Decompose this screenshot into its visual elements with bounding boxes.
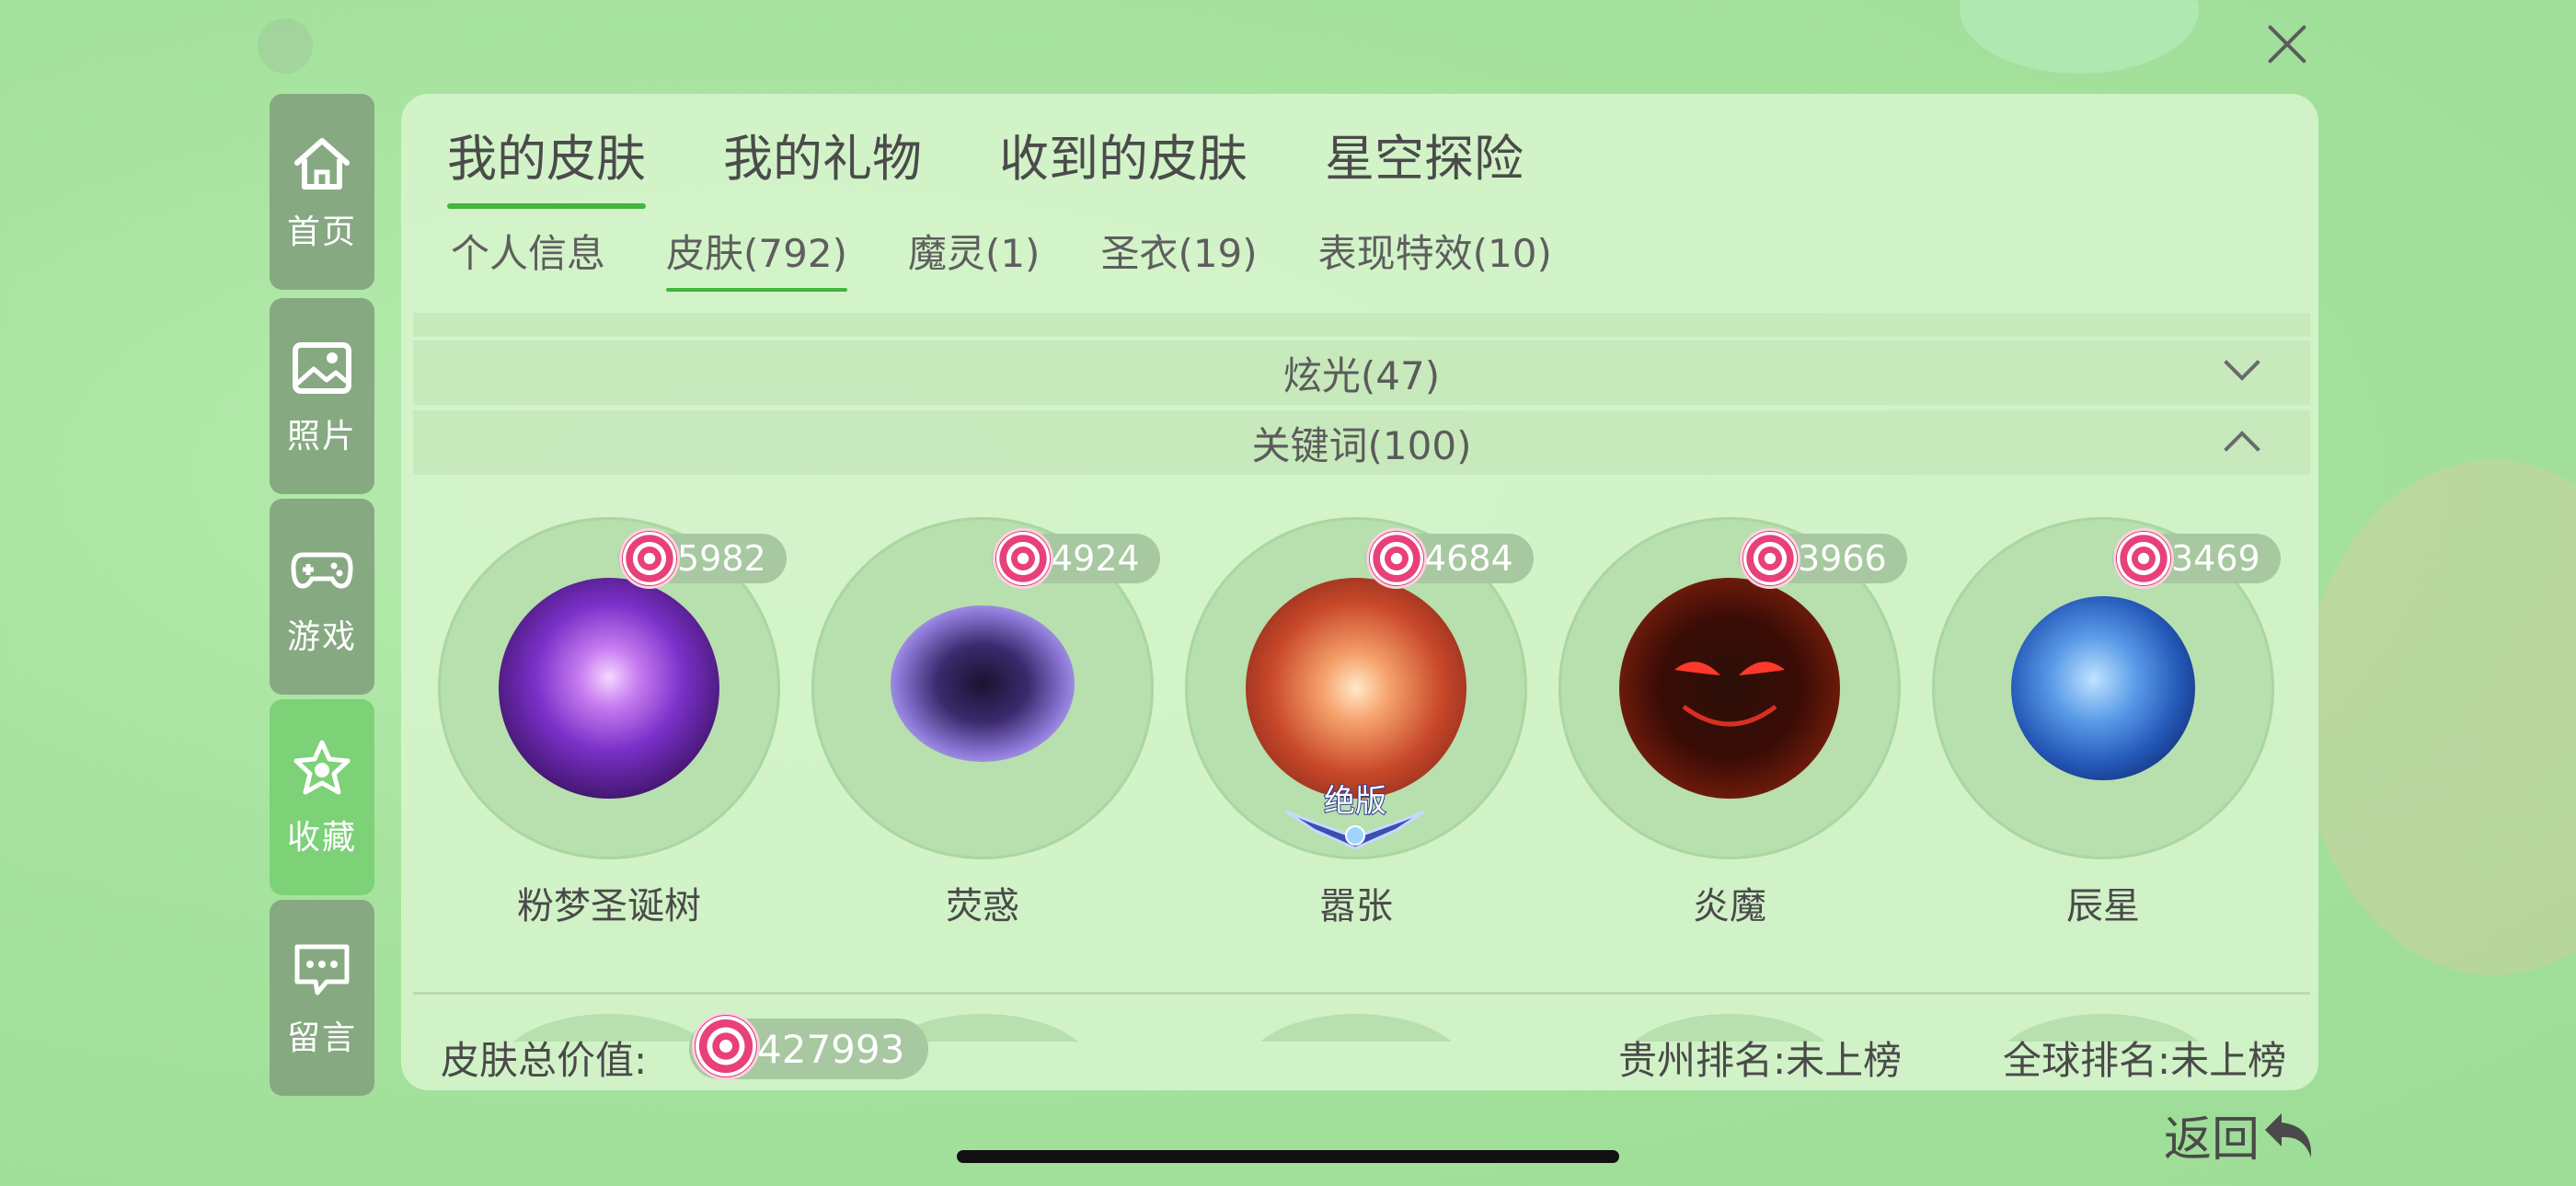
- home-indicator[interactable]: [957, 1150, 1619, 1163]
- background-bokeh: [258, 18, 313, 74]
- candy-icon: [1369, 531, 1424, 586]
- candy-icon: [1742, 531, 1798, 586]
- total-value-badge: 427993: [689, 1015, 929, 1079]
- back-button[interactable]: 返回: [2164, 1100, 2318, 1169]
- subtab-profile[interactable]: 个人信息: [451, 223, 605, 279]
- sidebar-item-label: 游戏: [286, 617, 357, 656]
- category-label: 关键词(100): [1251, 422, 1472, 468]
- sidebar-item-games[interactable]: 游戏: [270, 499, 374, 695]
- skin-name: 嚣张: [1319, 885, 1393, 927]
- candy-icon: [995, 531, 1051, 586]
- category-label: 炫光(47): [1282, 352, 1441, 398]
- background-bokeh: [2300, 460, 2576, 975]
- skin-name: 粉梦圣诞树: [517, 885, 701, 927]
- skin-item[interactable]: 5982 粉梦圣诞树: [438, 517, 787, 927]
- skin-orb-image: [499, 578, 719, 799]
- total-value: 427993: [757, 1026, 905, 1072]
- sidebar-item-home[interactable]: 首页: [270, 94, 374, 290]
- star-icon: [293, 740, 351, 794]
- subtab-skins[interactable]: 皮肤(792): [666, 223, 847, 292]
- skin-item[interactable]: 4924 荧惑: [811, 517, 1160, 927]
- category-bar-keywords[interactable]: 关键词(100): [413, 410, 2310, 475]
- subtab-effects[interactable]: 表现特效(10): [1318, 223, 1552, 279]
- subtab-armor[interactable]: 圣衣(19): [1100, 223, 1257, 279]
- candy-icon: [695, 1015, 757, 1077]
- back-label: 返回: [2164, 1112, 2260, 1168]
- background-bokeh: [1960, 0, 2199, 74]
- sidebar-item-label: 收藏: [286, 818, 357, 857]
- main-tabs: 我的皮肤 我的礼物 收到的皮肤 星空探险: [447, 118, 1601, 209]
- chevron-up-icon: [2224, 431, 2260, 467]
- candy-icon: [2116, 531, 2171, 586]
- category-bar-partial: [413, 313, 2310, 337]
- price-badge: 3966: [1739, 531, 1907, 586]
- home-icon: [294, 137, 350, 190]
- back-arrow-icon: [2265, 1112, 2312, 1157]
- skin-name: 炎魔: [1693, 885, 1766, 927]
- sidebar-item-messages[interactable]: 留言: [270, 900, 374, 1096]
- category-bar-glow[interactable]: 炫光(47): [413, 340, 2310, 405]
- panel-footer: 皮肤总价值: 427993 贵州排名:未上榜 全球排名:未上榜: [413, 992, 2310, 1084]
- sidebar-item-favorites[interactable]: 收藏: [270, 699, 374, 895]
- sidebar-item-label: 留言: [286, 1019, 357, 1057]
- total-value-label: 皮肤总价值:: [441, 1038, 648, 1083]
- tab-received-skins[interactable]: 收到的皮肤: [999, 118, 1248, 190]
- tab-my-gifts[interactable]: 我的礼物: [723, 118, 922, 190]
- limited-edition-badge: 绝版: [1285, 784, 1425, 850]
- skin-item[interactable]: 3966 炎魔: [1558, 517, 1907, 927]
- skin-item[interactable]: 3469 辰星: [1932, 517, 2281, 927]
- price-value: 5982: [677, 538, 766, 579]
- price-badge: 4684: [1365, 531, 1534, 586]
- skin-name: 辰星: [2066, 885, 2140, 927]
- price-badge: 4924: [992, 531, 1160, 586]
- skin-orb-image: [891, 605, 1075, 762]
- chevron-down-icon: [2224, 344, 2260, 381]
- price-value: 4684: [1424, 538, 1513, 579]
- skin-grid: 5982 粉梦圣诞树 4924 荧惑 4684 绝版 嚣张 3966 炎魔 34…: [438, 517, 2315, 1051]
- gamepad-icon: [291, 552, 353, 589]
- svg-text:绝版: 绝版: [1324, 784, 1386, 820]
- skin-panel: 我的皮肤 我的礼物 收到的皮肤 星空探险 个人信息 皮肤(792) 魔灵(1) …: [401, 94, 2318, 1090]
- close-button[interactable]: [2260, 17, 2315, 72]
- skin-name: 荧惑: [946, 885, 1019, 927]
- photo-icon: [293, 341, 351, 394]
- demon-face-icon: [1674, 662, 1785, 727]
- sidebar-item-label: 首页: [286, 213, 357, 251]
- candy-icon: [622, 531, 677, 586]
- province-rank: 贵州排名:未上榜: [1618, 1038, 1903, 1083]
- global-rank: 全球排名:未上榜: [2003, 1038, 2287, 1083]
- tab-my-skins[interactable]: 我的皮肤: [447, 118, 646, 209]
- sidebar-item-label: 照片: [286, 417, 357, 455]
- sub-tabs: 个人信息 皮肤(792) 魔灵(1) 圣衣(19) 表现特效(10): [451, 223, 1613, 292]
- price-value: 3469: [2171, 538, 2260, 579]
- skin-orb-image: [2011, 596, 2195, 780]
- price-value: 4924: [1051, 538, 1140, 579]
- subtab-spirits[interactable]: 魔灵(1): [908, 223, 1041, 279]
- sidebar-item-photos[interactable]: 照片: [270, 298, 374, 494]
- skin-item[interactable]: 4684 绝版 嚣张: [1185, 517, 1534, 927]
- message-icon: [294, 944, 350, 995]
- price-badge: 5982: [618, 531, 787, 586]
- price-badge: 3469: [2112, 531, 2281, 586]
- price-value: 3966: [1798, 538, 1887, 579]
- tab-star-adventure[interactable]: 星空探险: [1325, 118, 1524, 190]
- skin-orb-image: [1246, 578, 1466, 799]
